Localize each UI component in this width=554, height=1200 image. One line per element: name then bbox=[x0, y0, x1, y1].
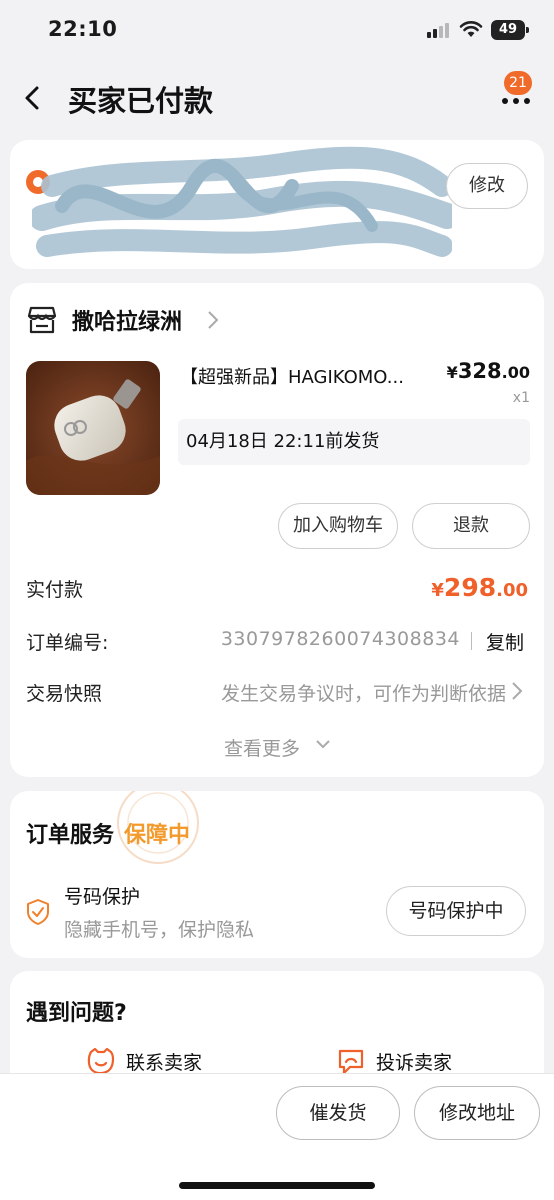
refund-button[interactable]: 退款 bbox=[412, 503, 530, 549]
edit-address-button[interactable]: 修改 bbox=[446, 163, 528, 209]
paid-label: 实付款 bbox=[26, 579, 84, 601]
back-icon[interactable] bbox=[20, 84, 46, 112]
change-address-button[interactable]: 修改地址 bbox=[414, 1086, 540, 1140]
product-title[interactable]: 【超强新品】HAGIKOMO... bbox=[180, 363, 440, 389]
snapshot-description[interactable]: 发生交易争议时，可作为判断依据 bbox=[221, 679, 506, 706]
service-item-name: 号码保护 bbox=[64, 886, 141, 908]
chevron-right-icon bbox=[512, 682, 523, 700]
service-title: 订单服务 bbox=[26, 823, 115, 848]
order-number-label: 订单编号: bbox=[26, 632, 109, 654]
shop-icon[interactable] bbox=[26, 305, 58, 335]
divider bbox=[471, 632, 472, 650]
paid-amount: ¥298.00 bbox=[431, 573, 528, 602]
product-image[interactable] bbox=[26, 361, 160, 495]
chevron-down-icon bbox=[316, 740, 330, 749]
number-protection-button[interactable]: 号码保护中 bbox=[386, 886, 526, 936]
snapshot-label[interactable]: 交易快照 bbox=[26, 679, 102, 706]
help-title: 遇到问题? bbox=[26, 1001, 127, 1026]
ship-deadline: 04月18日 22:11前发货 bbox=[178, 419, 530, 465]
contact-seller-label: 联系卖家 bbox=[126, 1052, 203, 1074]
service-item-description: 隐藏手机号，保护隐私 bbox=[64, 919, 255, 941]
page-title: 买家已付款 bbox=[68, 84, 214, 118]
wifi-icon bbox=[459, 21, 483, 37]
header: 买家已付款 bbox=[0, 60, 554, 136]
product-quantity: x1 bbox=[512, 390, 530, 406]
bottom-action-bar: 催发货 修改地址 bbox=[0, 1073, 554, 1200]
chat-face-icon bbox=[87, 1047, 115, 1075]
order-number: 3307978260074308834 bbox=[220, 628, 460, 650]
copy-button[interactable]: 复制 bbox=[486, 628, 524, 655]
address-card[interactable]: 修改 bbox=[10, 140, 544, 269]
product-price: ¥328.00 bbox=[446, 359, 530, 383]
shield-icon bbox=[27, 899, 49, 925]
home-indicator bbox=[179, 1182, 375, 1189]
signal-icon bbox=[427, 22, 451, 38]
status-time: 22:10 bbox=[48, 17, 118, 41]
redacted-address bbox=[32, 146, 452, 257]
urge-shipping-button[interactable]: 催发货 bbox=[276, 1086, 400, 1140]
add-to-cart-button[interactable]: 加入购物车 bbox=[278, 503, 398, 549]
shop-name[interactable]: 撒哈拉绿洲 bbox=[72, 304, 182, 336]
order-card: 撒哈拉绿洲 【超强新品】HAGIKOMO... ¥328.00 x1 04月18… bbox=[10, 283, 544, 777]
see-more-link[interactable]: 查看更多 bbox=[224, 734, 300, 761]
service-card: 订单服务 保障中 号码保护 隐藏手机号，保护隐私 号码保护中 bbox=[10, 791, 544, 958]
status-bar: 22:10 49 bbox=[0, 0, 554, 60]
battery-icon: 49 bbox=[491, 20, 529, 40]
complain-seller-label: 投诉卖家 bbox=[376, 1052, 453, 1074]
notification-badge: 21 bbox=[504, 71, 532, 95]
service-status: 保障中 bbox=[124, 823, 191, 848]
chevron-right-icon bbox=[208, 311, 219, 329]
complaint-icon bbox=[338, 1049, 364, 1075]
